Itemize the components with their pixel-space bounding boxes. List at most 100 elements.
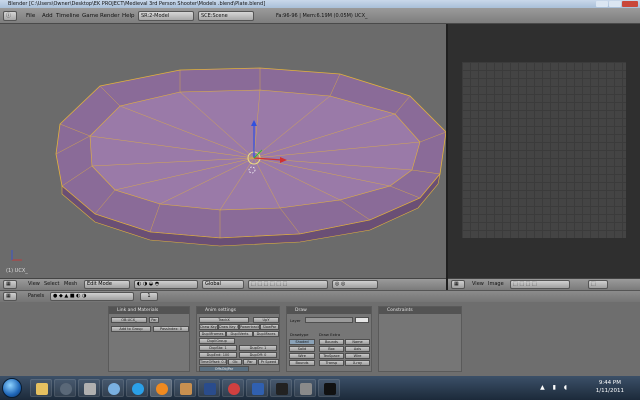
maximize-button[interactable]: [609, 1, 621, 7]
image-menu-image[interactable]: Image: [488, 280, 504, 289]
taskbar-tool2[interactable]: [294, 379, 316, 397]
taskbar-game[interactable]: [78, 379, 100, 397]
dupoff-field[interactable]: DupOff: 0: [239, 352, 277, 358]
game-icon: [84, 383, 96, 395]
system-tray[interactable]: ▲ ▮ ◖: [540, 384, 570, 391]
3d-viewport[interactable]: (1) UCX_: [0, 24, 446, 278]
drawextra-label: Draw Extra: [319, 332, 341, 337]
drawtype-solid[interactable]: Solid: [289, 346, 315, 352]
menu-select[interactable]: Select: [44, 280, 59, 289]
taskbar-skype[interactable]: [126, 379, 148, 397]
dupliframes-button[interactable]: DupliFrames: [199, 331, 226, 337]
stats-info: Fa:96-96 | Mem:6.19M (0.05M) UCX_: [276, 13, 368, 19]
image-editor-type-icon[interactable]: ▦: [451, 280, 465, 289]
image-lock[interactable]: ⬚: [588, 280, 608, 289]
close-button[interactable]: [622, 1, 638, 7]
menu-mesh[interactable]: Mesh: [64, 280, 77, 289]
menu-view[interactable]: View: [28, 280, 40, 289]
anim-panel-title: Anim settings: [197, 307, 279, 314]
dupend-field[interactable]: DupEnd: 100: [199, 352, 237, 358]
track-axis-button[interactable]: TrackX: [199, 317, 249, 323]
offs-ob-button[interactable]: Ob: [228, 359, 242, 365]
menu-game[interactable]: Game: [82, 11, 98, 21]
folder-icon: [36, 383, 48, 395]
window-titlebar: Blender [C:\Users\Owner\Desktop\EK PROJE…: [0, 0, 640, 8]
info-icon[interactable]: ⓘ: [3, 11, 17, 21]
mode-select[interactable]: Edit Mode: [84, 280, 130, 289]
menu-render[interactable]: Render: [100, 11, 120, 21]
orientation-select[interactable]: Global: [202, 280, 244, 289]
offset-buttons[interactable]: OffsObjPar: [199, 366, 249, 372]
start-button[interactable]: [2, 378, 22, 398]
clock-date: 1/11/2011: [595, 388, 624, 394]
draw-type-buttons[interactable]: ◐ ◑ ◒ ◓: [134, 280, 198, 289]
plate-mesh[interactable]: [0, 24, 446, 278]
offs-par-button[interactable]: Par: [243, 359, 257, 365]
minimize-button[interactable]: [596, 1, 608, 7]
drawtype-shaded[interactable]: Shaded: [289, 339, 315, 345]
drawtype-label: Drawtype: [290, 332, 309, 337]
add-to-group-button[interactable]: Add to Group: [111, 326, 151, 332]
select-mode-buttons[interactable]: ⬚ ⬚ ⬚ ⬚ ⬚ ⬚: [248, 280, 328, 289]
ob-par-button[interactable]: Par: [149, 317, 159, 323]
editor-type-icon[interactable]: ▦: [3, 280, 17, 289]
prspeed-button[interactable]: Pr Speed: [258, 359, 279, 365]
scene-select[interactable]: SCE:Scene: [198, 11, 254, 21]
powertrack-button[interactable]: Powertrack: [239, 324, 260, 330]
menu-file[interactable]: File: [26, 11, 35, 21]
dupligroup-button[interactable]: DupliGroup: [199, 338, 235, 344]
buttons-header: ▦ Panels ● ◆ ▲ ■ ◐ ◑ 1: [0, 290, 640, 302]
extra-bounds[interactable]: Bounds: [319, 339, 344, 345]
menu-add[interactable]: Add: [42, 11, 53, 21]
extra-texspace[interactable]: TexSpace: [319, 353, 344, 359]
taskbar-clock[interactable]: 9:44 PM 1/11/2011: [596, 379, 624, 395]
object-name-field[interactable]: OB:UCX_: [111, 317, 147, 323]
drawtype-wire[interactable]: Wire: [289, 353, 315, 359]
image-browse[interactable]: ⬚ ⬚ ⬚ ⬚: [510, 280, 570, 289]
dupon-field[interactable]: DupOn: 1: [239, 345, 277, 351]
extra-wire[interactable]: Wire: [345, 353, 370, 359]
up-axis-button[interactable]: UpY: [253, 317, 279, 323]
layer-label: Layer: [290, 318, 301, 323]
taskbar-tool[interactable]: [270, 379, 292, 397]
buttons-editor-icon[interactable]: ▦: [3, 292, 17, 301]
taskbar-paint[interactable]: [222, 379, 244, 397]
buttons-window: Link and Materials OB:UCX_ Par Add to Gr…: [0, 302, 640, 376]
draw-key-sel-button[interactable]: Draw Key Sel: [218, 324, 239, 330]
taskbar-explorer[interactable]: [30, 379, 52, 397]
taskbar-steam[interactable]: [54, 379, 76, 397]
extra-box[interactable]: Box: [319, 346, 344, 352]
screen-select[interactable]: SR:2-Model: [138, 11, 194, 21]
taskbar-photoshop[interactable]: [198, 379, 220, 397]
menu-help[interactable]: Help: [122, 11, 135, 21]
taskbar-media[interactable]: [246, 379, 268, 397]
drawtype-bounds[interactable]: Bounds: [289, 360, 315, 366]
taskbar-blender[interactable]: [150, 379, 172, 397]
image-canvas[interactable]: [462, 62, 626, 238]
slowpar-button[interactable]: SlowPar: [260, 324, 279, 330]
image-menu-view[interactable]: View: [472, 280, 484, 289]
duplifaces-button[interactable]: DupliFaces: [253, 331, 279, 337]
blender-icon: [156, 383, 168, 395]
taskbar-terminal[interactable]: [318, 379, 340, 397]
taskbar-itunes[interactable]: [102, 379, 124, 397]
image-editor[interactable]: [448, 24, 640, 278]
draw-key-button[interactable]: Draw Key: [199, 324, 218, 330]
extra-xray[interactable]: X-ray: [345, 360, 370, 366]
context-buttons[interactable]: ● ◆ ▲ ■ ◐ ◑: [50, 292, 134, 301]
menu-timeline[interactable]: Timeline: [56, 11, 79, 21]
frame-field[interactable]: 1: [140, 292, 158, 301]
extra-axis[interactable]: Axis: [345, 346, 370, 352]
taskbar-app[interactable]: [174, 379, 196, 397]
extra-name[interactable]: Name: [345, 339, 370, 345]
proportional-buttons[interactable]: ◎ ◎: [332, 280, 378, 289]
timeoffset-field[interactable]: TimeOffset: 0.000: [199, 359, 227, 365]
link-materials-panel: Link and Materials OB:UCX_ Par Add to Gr…: [108, 306, 190, 372]
layer-active[interactable]: [355, 317, 369, 323]
panels-menu[interactable]: Panels: [28, 292, 44, 301]
dupsta-field[interactable]: DupSta: 1: [199, 345, 237, 351]
extra-transp[interactable]: Transp: [319, 360, 344, 366]
dupliverts-button[interactable]: DupliVerts: [226, 331, 253, 337]
layer-buttons[interactable]: [305, 317, 353, 323]
passindex-field[interactable]: PassIndex: 0: [153, 326, 189, 332]
